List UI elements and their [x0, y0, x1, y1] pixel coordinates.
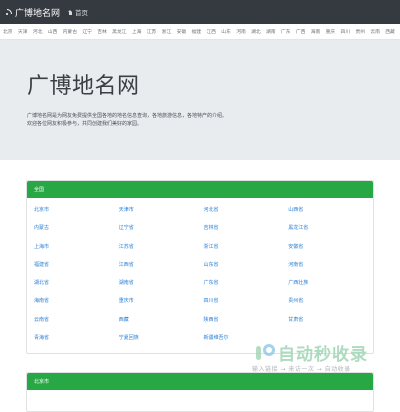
- province-link[interactable]: 湖南省: [119, 279, 204, 297]
- province-nav-link[interactable]: 湖北: [251, 28, 261, 35]
- province-nav-link[interactable]: 河南: [236, 28, 246, 35]
- province-grid: 北京市 天津市 河北省 山西省内蒙古 辽宁省 吉林省 黑龙江省上海市 江苏省 浙江省 安徽省福建省…: [27, 198, 373, 352]
- province-nav-link[interactable]: 广东: [281, 28, 291, 35]
- province-nav-link[interactable]: 山东: [221, 28, 231, 35]
- province-link[interactable]: 内蒙古: [34, 224, 119, 242]
- province-link[interactable]: 海南省: [34, 297, 119, 315]
- province-nav-link[interactable]: 广西: [296, 28, 306, 35]
- province-nav-link[interactable]: 福建: [191, 28, 201, 35]
- province-link[interactable]: 山东省: [204, 261, 289, 279]
- province-link[interactable]: 浙江省: [204, 243, 289, 261]
- province-link[interactable]: 上海市: [34, 243, 119, 261]
- province-nav-link[interactable]: 上海: [132, 28, 142, 35]
- province-link[interactable]: 辽宁省: [119, 224, 204, 242]
- watermark-text: 自动秒收录: [278, 345, 368, 365]
- province-link[interactable]: 四川省: [204, 297, 289, 315]
- province-nav-link[interactable]: 天津: [18, 28, 28, 35]
- province-nav-link[interactable]: 江苏: [147, 28, 157, 35]
- province-link[interactable]: 天津市: [119, 206, 204, 224]
- province-link[interactable]: 吉林省: [204, 224, 289, 242]
- watermark-logo-icon: [254, 342, 276, 364]
- province-link[interactable]: 黑龙江省: [288, 224, 373, 242]
- province-nav-link[interactable]: 内蒙古: [63, 28, 77, 35]
- rss-icon: [6, 9, 12, 15]
- province-link[interactable]: 贵州省: [288, 297, 373, 315]
- home-link[interactable]: 首页: [68, 7, 88, 17]
- province-nav-link[interactable]: 海南: [311, 28, 321, 35]
- province-nav-link[interactable]: 北京: [3, 28, 13, 35]
- province-nav-link[interactable]: 湖南: [266, 28, 276, 35]
- province-nav-link[interactable]: 山西: [48, 28, 58, 35]
- province-link[interactable]: 河北省: [204, 206, 289, 224]
- hero-section: 广博地名网 广博地名网是为网友免费提供全国各地的地名信息查询，各地旅游信息，各地…: [0, 40, 400, 160]
- province-link[interactable]: 湖北省: [34, 279, 119, 297]
- province-link[interactable]: 宁夏回族: [119, 334, 204, 352]
- province-nav-link[interactable]: 河北: [33, 28, 43, 35]
- home-label: 首页: [75, 9, 89, 17]
- home-icon: [68, 9, 73, 15]
- watermark-badge: 自动秒收录 输入链接 → 来访一次 → 自动收录: [240, 336, 400, 380]
- province-link[interactable]: 青海省: [34, 334, 119, 352]
- province-link[interactable]: 福建省: [34, 261, 119, 279]
- province-link[interactable]: 安徽省: [288, 243, 373, 261]
- site-brand[interactable]: 广博地名网: [6, 6, 60, 19]
- province-link[interactable]: 重庆市: [119, 297, 204, 315]
- region-card-national: 全国 北京市 天津市 河北省 山西省内蒙古 辽宁省 吉林省 黑龙江省上海市 江苏省 浙江省 安徽省…: [26, 180, 374, 354]
- province-link[interactable]: 山西省: [288, 206, 373, 224]
- brand-label: 广博地名网: [15, 8, 61, 19]
- province-nav-link[interactable]: 重庆: [326, 28, 336, 35]
- province-link[interactable]: 江西省: [119, 261, 204, 279]
- watermark-subtext: 输入链接 → 来访一次 → 自动收录: [252, 366, 351, 373]
- province-link[interactable]: 江苏省: [119, 243, 204, 261]
- hero-description: 广博地名网是为网友免费提供全国各地的地名信息查询，各地旅游信息，各地特产的介绍。…: [27, 112, 400, 128]
- province-link[interactable]: 北京市: [34, 206, 119, 224]
- province-nav-link[interactable]: 贵州: [355, 28, 365, 35]
- province-nav-link[interactable]: 吉林: [97, 28, 107, 35]
- page-title: 广博地名网: [27, 74, 140, 99]
- hero-line-1: 广博地名网是为网友免费提供全国各地的地名信息查询，各地旅游信息，各地特产的介绍。: [27, 113, 228, 119]
- province-nav-link[interactable]: 辽宁: [82, 28, 92, 35]
- province-nav-link[interactable]: 黑龙江: [112, 28, 126, 35]
- province-nav-link[interactable]: 安徽: [177, 28, 187, 35]
- province-nav: 北京 天津 河北 山西 内蒙古 辽宁 吉林 黑龙江 上海 江苏 浙江 安徽 福建 江西 山东 河南 湖北 湖南 广东…: [0, 24, 400, 40]
- province-nav-link[interactable]: 四川: [341, 28, 351, 35]
- province-link[interactable]: 云南省: [34, 316, 119, 334]
- province-link[interactable]: 西藏: [119, 316, 204, 334]
- province-link[interactable]: 河南省: [288, 261, 373, 279]
- top-navbar: 广博地名网 首页: [0, 0, 400, 24]
- card-header: 全国: [27, 181, 373, 198]
- province-nav-link[interactable]: 云南: [370, 28, 380, 35]
- province-nav-link[interactable]: 浙江: [162, 28, 172, 35]
- province-nav-link[interactable]: 西藏: [385, 28, 395, 35]
- province-link[interactable]: 陕西省: [204, 316, 289, 334]
- province-link[interactable]: 广西壮族: [288, 279, 373, 297]
- province-link[interactable]: 甘肃省: [288, 316, 373, 334]
- province-link[interactable]: 广东省: [204, 279, 289, 297]
- province-nav-link[interactable]: 江西: [206, 28, 216, 35]
- hero-line-2: 欢迎各位网友积极参与，共同创建我们美好的家园。: [27, 121, 143, 127]
